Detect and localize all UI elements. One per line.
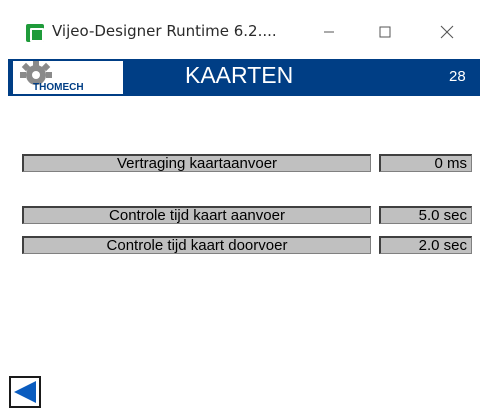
window-title: Vijeo-Designer Runtime 6.2....: [52, 22, 277, 40]
maximize-icon: [379, 26, 391, 38]
thomech-logo: THOMECH: [13, 61, 123, 94]
page-title: KAARTEN: [185, 62, 294, 88]
setting-label-controle-aanvoer: Controle tijd kaart aanvoer: [22, 206, 371, 224]
logo-text: THOMECH: [33, 82, 84, 93]
vijeo-app-icon: [26, 24, 44, 42]
close-icon: [440, 25, 454, 39]
close-button[interactable]: [424, 16, 470, 48]
setting-value-controle-aanvoer[interactable]: 5.0 sec: [379, 206, 472, 224]
page-number: 28: [449, 68, 466, 85]
setting-label-vertraging: Vertraging kaartaanvoer: [22, 154, 371, 172]
setting-value-controle-doorvoer[interactable]: 2.0 sec: [379, 236, 472, 254]
setting-value-vertraging[interactable]: 0 ms: [379, 154, 472, 172]
minimize-icon: [324, 31, 334, 33]
maximize-button[interactable]: [362, 16, 408, 48]
setting-label-controle-doorvoer: Controle tijd kaart doorvoer: [22, 236, 371, 254]
back-arrow-icon: [14, 381, 36, 403]
back-button[interactable]: [9, 376, 41, 408]
minimize-button[interactable]: [306, 16, 352, 48]
window-titlebar: Vijeo-Designer Runtime 6.2....: [0, 0, 489, 58]
